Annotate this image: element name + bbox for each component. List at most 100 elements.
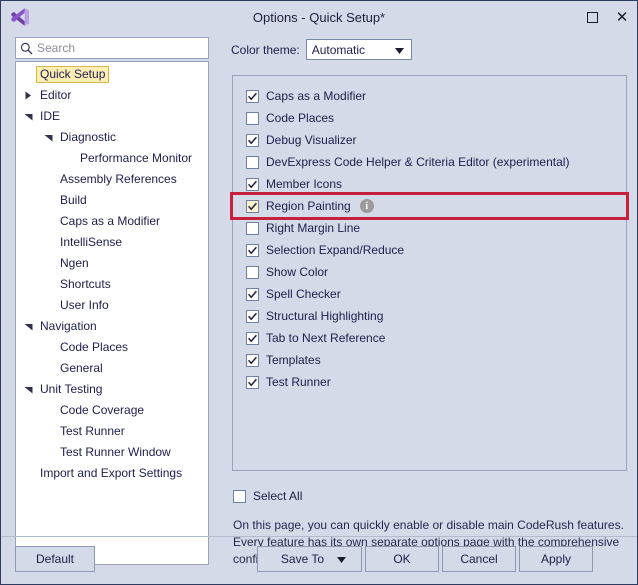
checkbox-templates[interactable] (246, 353, 259, 367)
checkbox-right-margin-line[interactable] (246, 221, 259, 235)
checkbox-code-places[interactable] (246, 111, 259, 125)
select-all-row[interactable]: Select All (233, 489, 302, 503)
chevron-down-icon[interactable] (22, 384, 34, 396)
option-row-structural-highlighting[interactable]: Structural Highlighting (246, 305, 626, 327)
info-icon[interactable]: i (359, 199, 374, 213)
search-box[interactable] (15, 37, 209, 59)
tree-item-label: IDE (40, 109, 61, 123)
save-to-label: Save To (280, 552, 325, 566)
apply-button[interactable]: Apply (519, 546, 593, 572)
tree-item-label: User Info (60, 298, 109, 312)
option-row-caps-as-a-modifier[interactable]: Caps as a Modifier (246, 85, 626, 107)
option-label: DevExpress Code Helper & Criteria Editor… (266, 155, 570, 169)
tree-item-editor[interactable]: Editor (16, 85, 208, 106)
tree-item-label: IntelliSense (60, 235, 123, 249)
checkbox-debug-visualizer[interactable] (246, 133, 259, 147)
option-row-devexpress-code-helper-criteria-editor-experimental[interactable]: DevExpress Code Helper & Criteria Editor… (246, 151, 626, 173)
option-row-show-color[interactable]: Show Color (246, 261, 626, 283)
tree-item-navigation[interactable]: Navigation (16, 316, 208, 337)
checkbox-structural-highlighting[interactable] (246, 309, 259, 323)
chevron-down-icon[interactable] (22, 321, 34, 333)
color-theme-label: Color theme: (231, 42, 300, 57)
tree-item-performance-monitor[interactable]: Performance Monitor (16, 148, 208, 169)
tree-item-quick-setup[interactable]: Quick Setup (16, 64, 208, 85)
tree-item-user-info[interactable]: User Info (16, 295, 208, 316)
option-label: Caps as a Modifier (266, 89, 367, 103)
tree-item-caps-as-a-modifier[interactable]: Caps as a Modifier (16, 211, 208, 232)
ok-button[interactable]: OK (365, 546, 439, 572)
cancel-button[interactable]: Cancel (442, 546, 516, 572)
select-all-label: Select All (253, 489, 303, 503)
close-icon: ✕ (615, 8, 629, 26)
tree-item-code-coverage[interactable]: Code Coverage (16, 400, 208, 421)
color-theme-select[interactable]: Automatic (305, 39, 412, 60)
tree-item-unit-testing[interactable]: Unit Testing (16, 379, 208, 400)
option-row-member-icons[interactable]: Member Icons (246, 173, 626, 195)
close-button[interactable]: ✕ (607, 2, 637, 32)
tree-item-build[interactable]: Build (16, 190, 208, 211)
search-input[interactable] (37, 41, 197, 55)
settings-tree[interactable]: Quick Setup Editor IDE Diagnostic Performanc… (15, 61, 209, 565)
tree-item-label: Test Runner (60, 424, 125, 438)
checkbox-caps-as-a-modifier[interactable] (246, 89, 259, 103)
option-label: Right Margin Line (266, 221, 361, 235)
tree-item-code-places[interactable]: Code Places (16, 337, 208, 358)
checkbox-devexpress-code-helper-criteria-editor-experimental[interactable] (246, 155, 259, 169)
tree-item-import-and-export-settings[interactable]: Import and Export Settings (16, 463, 208, 484)
tree-item-label: Ngen (60, 256, 89, 270)
select-all-checkbox[interactable] (233, 489, 246, 503)
tree-item-label: Import and Export Settings (40, 466, 183, 480)
option-label: Spell Checker (266, 287, 341, 301)
tree-item-label: Code Coverage (60, 403, 145, 417)
tree-item-shortcuts[interactable]: Shortcuts (16, 274, 208, 295)
checkbox-tab-to-next-reference[interactable] (246, 331, 259, 345)
option-row-selection-expand-reduce[interactable]: Selection Expand/Reduce (246, 239, 626, 261)
tree-item-ngen[interactable]: Ngen (16, 253, 208, 274)
checkbox-test-runner[interactable] (246, 375, 259, 389)
option-label: Test Runner (266, 375, 331, 389)
tree-item-label: Unit Testing (40, 382, 103, 396)
option-label: Tab to Next Reference (266, 331, 386, 345)
chevron-down-icon (337, 552, 346, 566)
title-bar: Options - Quick Setup* ✕ (1, 1, 637, 33)
tree-item-ide[interactable]: IDE (16, 106, 208, 127)
tree-item-test-runner[interactable]: Test Runner (16, 421, 208, 442)
tree-item-test-runner-window[interactable]: Test Runner Window (16, 442, 208, 463)
checkbox-spell-checker[interactable] (246, 287, 259, 301)
tree-item-assembly-references[interactable]: Assembly References (16, 169, 208, 190)
save-to-button[interactable]: Save To (257, 546, 362, 572)
tree-item-label: Test Runner Window (60, 445, 171, 459)
tree-item-label: Build (60, 193, 87, 207)
tree-item-label: Editor (40, 88, 72, 102)
option-label: Selection Expand/Reduce (266, 243, 405, 257)
option-label: Member Icons (266, 177, 343, 191)
option-row-code-places[interactable]: Code Places (246, 107, 626, 129)
chevron-down-icon[interactable] (22, 111, 34, 123)
option-row-right-margin-line[interactable]: Right Margin Line (246, 217, 626, 239)
tree-item-label: Quick Setup (36, 66, 110, 83)
maximize-button[interactable] (577, 2, 607, 32)
option-row-spell-checker[interactable]: Spell Checker (246, 283, 626, 305)
option-row-tab-to-next-reference[interactable]: Tab to Next Reference (246, 327, 626, 349)
option-row-region-painting[interactable]: Region Painting i (230, 192, 629, 220)
visual-studio-logo-icon (5, 2, 35, 32)
tree-item-label: Performance Monitor (80, 151, 193, 165)
tree-item-general[interactable]: General (16, 358, 208, 379)
default-button[interactable]: Default (15, 546, 95, 572)
checkbox-show-color[interactable] (246, 265, 259, 279)
tree-item-diagnostic[interactable]: Diagnostic (16, 127, 208, 148)
chevron-down-icon[interactable] (42, 132, 54, 144)
checkbox-region-painting[interactable] (246, 199, 259, 213)
chevron-down-icon (394, 43, 404, 57)
option-label: Code Places (266, 111, 335, 125)
checkbox-selection-expand-reduce[interactable] (246, 243, 259, 257)
tree-item-intellisense[interactable]: IntelliSense (16, 232, 208, 253)
option-label: Region Painting (266, 199, 351, 213)
option-row-test-runner[interactable]: Test Runner (246, 371, 626, 393)
option-row-debug-visualizer[interactable]: Debug Visualizer (246, 129, 626, 151)
option-label: Debug Visualizer (266, 133, 357, 147)
chevron-right-icon[interactable] (22, 90, 34, 102)
checkbox-member-icons[interactable] (246, 177, 259, 191)
maximize-icon (586, 11, 598, 23)
option-row-templates[interactable]: Templates (246, 349, 626, 371)
